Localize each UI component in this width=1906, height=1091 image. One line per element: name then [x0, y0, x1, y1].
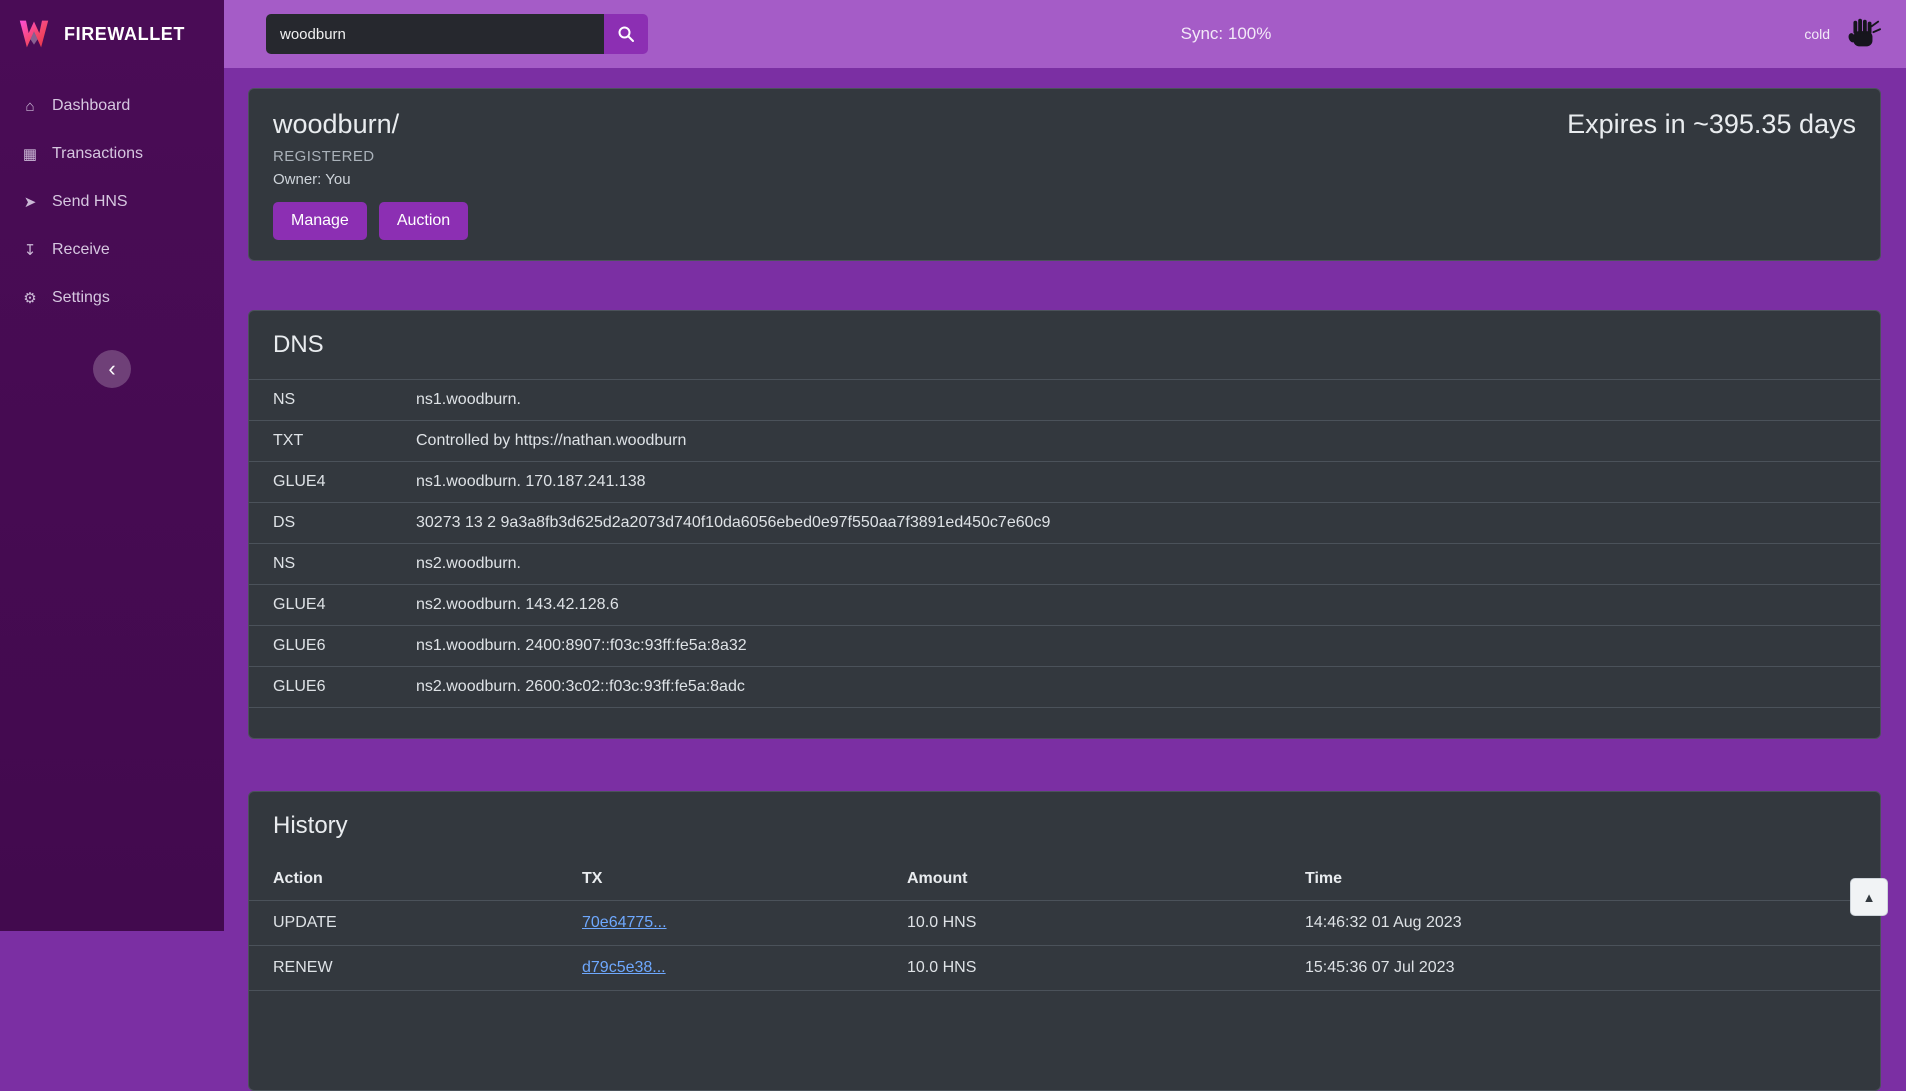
dns-record-value: ns1.woodburn. 2400:8907::f03c:93ff:fe5a:…	[392, 626, 1880, 667]
domain-owner: Owner: You	[273, 171, 1856, 188]
gear-icon: ⚙	[20, 289, 40, 307]
dns-record-type: TXT	[249, 421, 392, 462]
dns-record-row: GLUE6 ns2.woodburn. 2600:3c02::f03c:93ff…	[249, 667, 1880, 708]
history-action: UPDATE	[249, 901, 558, 946]
sidebar: FIREWALLET ⌂ Dashboard ▦ Transactions ➤ …	[0, 0, 224, 931]
sidebar-item-label: Transactions	[52, 145, 143, 163]
dns-record-value: Controlled by https://nathan.woodburn	[392, 421, 1880, 462]
history-header-row: Action TX Amount Time	[249, 860, 1880, 901]
history-title: History	[249, 812, 1880, 840]
firewallet-logo-icon	[16, 18, 52, 50]
sidebar-item-send-hns[interactable]: ➤ Send HNS	[0, 178, 224, 226]
sidebar-item-label: Settings	[52, 289, 110, 307]
chevron-left-icon: ‹	[108, 356, 115, 381]
dns-record-value: ns1.woodburn.	[392, 380, 1880, 421]
dns-record-value: ns1.woodburn. 170.187.241.138	[392, 462, 1880, 503]
domain-expiry: Expires in ~395.35 days	[1567, 109, 1856, 140]
dns-record-type: GLUE4	[249, 462, 392, 503]
sidebar-item-settings[interactable]: ⚙ Settings	[0, 274, 224, 322]
history-row: UPDATE 70e64775... 10.0 HNS 14:46:32 01 …	[249, 901, 1880, 946]
wallet-name: cold	[1804, 26, 1830, 42]
dns-record-row: TXT Controlled by https://nathan.woodbur…	[249, 421, 1880, 462]
main-content: woodburn/ Expires in ~395.35 days REGIST…	[224, 68, 1906, 1091]
history-header-amount: Amount	[883, 860, 1281, 901]
dns-title: DNS	[249, 331, 1880, 359]
history-action: RENEW	[249, 946, 558, 991]
transactions-icon: ▦	[20, 145, 40, 163]
dns-record-type: GLUE4	[249, 585, 392, 626]
dns-record-type: GLUE6	[249, 626, 392, 667]
dns-record-row: GLUE6 ns1.woodburn. 2400:8907::f03c:93ff…	[249, 626, 1880, 667]
receive-icon: ↧	[20, 241, 40, 259]
search-group	[266, 14, 648, 54]
send-icon: ➤	[20, 193, 40, 211]
scroll-to-top-button[interactable]: ▲	[1850, 878, 1888, 916]
tx-link[interactable]: d79c5e38...	[582, 959, 666, 976]
dns-record-row: DS 30273 13 2 9a3a8fb3d625d2a2073d740f10…	[249, 503, 1880, 544]
dns-record-value: ns2.woodburn. 143.42.128.6	[392, 585, 1880, 626]
history-card: History Action TX Amount Time UPDATE 70e…	[248, 791, 1881, 1091]
auction-button[interactable]: Auction	[379, 202, 468, 240]
dns-record-type: GLUE6	[249, 667, 392, 708]
sidebar-item-transactions[interactable]: ▦ Transactions	[0, 130, 224, 178]
history-time: 14:46:32 01 Aug 2023	[1281, 901, 1880, 946]
dns-record-value: 30273 13 2 9a3a8fb3d625d2a2073d740f10da6…	[392, 503, 1880, 544]
history-row: RENEW d79c5e38... 10.0 HNS 15:45:36 07 J…	[249, 946, 1880, 991]
search-input[interactable]	[266, 14, 604, 54]
search-icon	[617, 25, 635, 43]
tx-link[interactable]: 70e64775...	[582, 914, 667, 931]
topbar: Sync: 100% cold	[224, 0, 1906, 68]
dns-record-row: NS ns1.woodburn.	[249, 380, 1880, 421]
caret-up-icon: ▲	[1863, 890, 1876, 905]
dns-record-type: DS	[249, 503, 392, 544]
history-amount: 10.0 HNS	[883, 946, 1281, 991]
history-header-action: Action	[249, 860, 558, 901]
dns-record-value: ns2.woodburn. 2600:3c02::f03c:93ff:fe5a:…	[392, 667, 1880, 708]
sidebar-item-label: Send HNS	[52, 193, 128, 211]
dns-record-type: NS	[249, 380, 392, 421]
brand: FIREWALLET	[0, 0, 224, 68]
sidebar-item-dashboard[interactable]: ⌂ Dashboard	[0, 82, 224, 130]
history-table: Action TX Amount Time UPDATE 70e64775...…	[249, 860, 1880, 991]
sidebar-item-label: Dashboard	[52, 97, 130, 115]
search-button[interactable]	[604, 14, 648, 54]
hand-flame-icon	[1842, 15, 1882, 53]
manage-button[interactable]: Manage	[273, 202, 367, 240]
dns-record-row: GLUE4 ns2.woodburn. 143.42.128.6	[249, 585, 1880, 626]
dns-record-row: GLUE4 ns1.woodburn. 170.187.241.138	[249, 462, 1880, 503]
sync-status: Sync: 100%	[1181, 24, 1272, 44]
sidebar-collapse-button[interactable]: ‹	[93, 350, 131, 388]
dns-record-row: NS ns2.woodburn.	[249, 544, 1880, 585]
domain-status: REGISTERED	[273, 148, 1856, 165]
dns-card: DNS NS ns1.woodburn. TXT Controlled by h…	[248, 310, 1881, 739]
dns-table: NS ns1.woodburn. TXT Controlled by https…	[249, 379, 1880, 708]
dns-record-type: NS	[249, 544, 392, 585]
brand-title: FIREWALLET	[64, 24, 185, 45]
dashboard-icon: ⌂	[20, 98, 40, 115]
sidebar-nav: ⌂ Dashboard ▦ Transactions ➤ Send HNS ↧ …	[0, 68, 224, 322]
history-header-tx: TX	[558, 860, 883, 901]
domain-card: woodburn/ Expires in ~395.35 days REGIST…	[248, 88, 1881, 261]
wallet-indicator[interactable]: cold	[1804, 15, 1882, 53]
history-amount: 10.0 HNS	[883, 901, 1281, 946]
history-header-time: Time	[1281, 860, 1880, 901]
history-time: 15:45:36 07 Jul 2023	[1281, 946, 1880, 991]
sidebar-item-receive[interactable]: ↧ Receive	[0, 226, 224, 274]
sidebar-item-label: Receive	[52, 241, 110, 259]
dns-record-value: ns2.woodburn.	[392, 544, 1880, 585]
domain-name: woodburn/	[273, 109, 399, 140]
